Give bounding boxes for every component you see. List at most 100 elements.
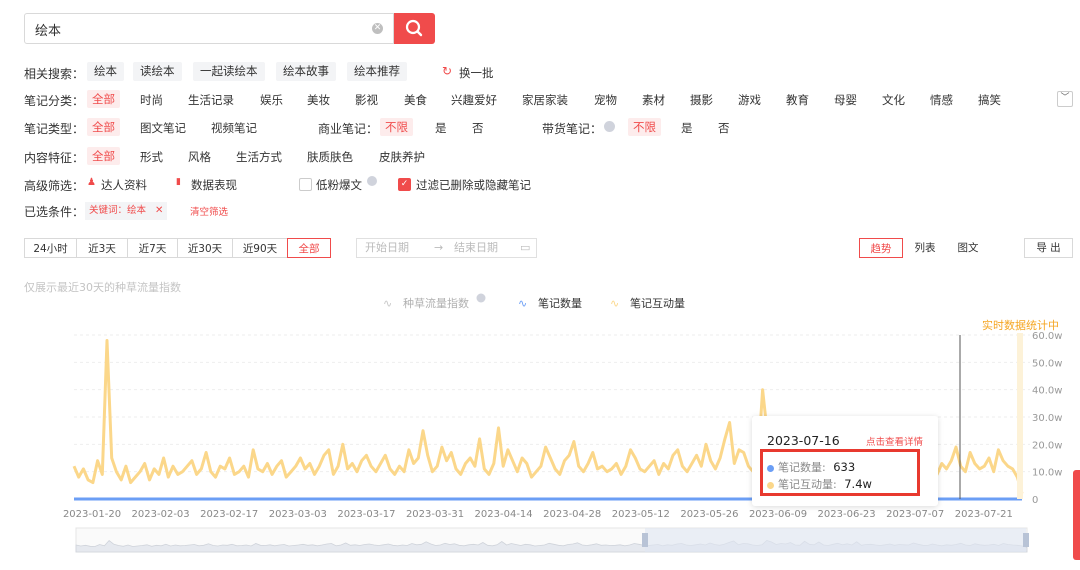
legend-icon: ∿ (610, 297, 619, 310)
related-tag[interactable]: 读绘本 (133, 62, 182, 81)
goods-option[interactable]: 是 (681, 120, 693, 136)
slider-handle-left (642, 533, 648, 547)
clear-filter-link[interactable]: 清空筛选 (190, 204, 228, 218)
category-option[interactable]: 娱乐 (260, 92, 283, 108)
y-tick-label: 20.0w (1032, 440, 1062, 451)
time-range-option[interactable]: 近30天 (177, 238, 233, 258)
x-tick-label: 2023-02-17 (200, 509, 258, 520)
commercial-option[interactable]: 不限 (380, 118, 413, 136)
goods-option[interactable]: 否 (718, 120, 730, 136)
view-list-button[interactable]: 列表 (905, 238, 945, 258)
influencer-filter[interactable]: 达人资料 (101, 177, 147, 193)
info-icon[interactable] (367, 176, 377, 186)
related-tag[interactable]: 一起读绘本 (193, 62, 265, 81)
feature-option[interactable]: 生活方式 (236, 149, 282, 165)
goods-label: 带货笔记： (542, 122, 603, 136)
category-option[interactable]: 教育 (786, 92, 809, 108)
legend-icon: ∿ (518, 297, 527, 310)
view-graphic-button[interactable]: 图文 (948, 238, 988, 258)
slider-handle-right (1023, 533, 1029, 547)
related-tag[interactable]: 绘本推荐 (347, 62, 407, 81)
side-feedback-tab[interactable] (1073, 470, 1080, 560)
advanced-label: 高级筛选： (24, 179, 85, 193)
filter-deleted-checkbox[interactable]: ✓ (398, 178, 411, 191)
goods-option[interactable]: 不限 (628, 118, 661, 136)
clear-icon[interactable]: ✕ (372, 23, 383, 34)
related-tag[interactable]: 绘本故事 (276, 62, 336, 81)
info-icon[interactable] (604, 121, 615, 132)
view-trend-button[interactable]: 趋势 (859, 238, 903, 258)
x-tick-label: 2023-07-07 (886, 509, 944, 520)
category-option[interactable]: 美食 (404, 92, 427, 108)
time-range-option[interactable]: 近90天 (232, 238, 288, 258)
category-option[interactable]: 游戏 (738, 92, 761, 108)
category-row: 笔记分类： 全部 时尚 生活记录 娱乐 美妆 影视 美食 兴趣爱好 家居家装 宠… (24, 90, 1073, 112)
legend-icon: ∿ (383, 297, 392, 310)
category-option[interactable]: 母婴 (834, 92, 857, 108)
refresh-link[interactable]: 换一批 (459, 65, 494, 81)
note-type-option[interactable]: 视频笔记 (211, 120, 257, 136)
x-tick-label: 2023-06-23 (818, 509, 876, 520)
y-tick-label: 50.0w (1032, 358, 1062, 369)
date-range-picker[interactable]: 开始日期 → 结束日期 ▭ (356, 238, 537, 258)
time-range-option[interactable]: 近3天 (76, 238, 128, 258)
category-option[interactable]: 文化 (882, 92, 905, 108)
feature-option[interactable]: 肤质肤色 (307, 149, 353, 165)
slider-selection (645, 528, 1026, 552)
x-tick-label: 2023-04-28 (543, 509, 601, 520)
feature-option[interactable]: 全部 (87, 147, 120, 165)
info-icon (476, 293, 486, 303)
search-input[interactable] (35, 19, 355, 39)
category-option[interactable]: 全部 (87, 90, 120, 108)
low-fans-checkbox[interactable] (299, 178, 312, 191)
search-box: ✕ (24, 13, 394, 44)
commercial-option[interactable]: 是 (435, 120, 447, 136)
category-option[interactable]: 宠物 (594, 92, 617, 108)
bar-chart-icon: ▮ (176, 177, 181, 187)
legend-zhongcao: 种草流量指数 (403, 296, 469, 310)
category-option[interactable]: 美妆 (307, 92, 330, 108)
data-perf-filter[interactable]: 数据表现 (191, 177, 237, 193)
time-range-option[interactable]: 全部 (287, 238, 331, 258)
feature-option[interactable]: 形式 (140, 149, 163, 165)
category-option[interactable]: 情感 (930, 92, 953, 108)
arrow-icon: → (434, 241, 444, 254)
commercial-option[interactable]: 否 (472, 120, 484, 136)
feature-option[interactable]: 风格 (188, 149, 211, 165)
feature-option[interactable]: 皮肤养护 (379, 149, 425, 165)
tooltip-detail-link[interactable]: 点击查看详情 (866, 434, 923, 448)
start-date-input[interactable]: 开始日期 (365, 239, 409, 257)
filter-deleted-label[interactable]: 过滤已删除或隐藏笔记 (416, 177, 531, 193)
advanced-row: 高级筛选： ♟ 达人资料 ▮ 数据表现 低粉爆文 ✓ 过滤已删除或隐藏笔记 (24, 176, 1064, 197)
time-range-option[interactable]: 近7天 (127, 238, 178, 258)
realtime-note: 实时数据统计中 (982, 318, 1059, 332)
x-tick-label: 2023-04-14 (475, 509, 533, 520)
highlight-box (760, 449, 920, 496)
category-option[interactable]: 兴趣爱好 (451, 92, 497, 108)
category-option[interactable]: 素材 (642, 92, 665, 108)
realtime-band (1017, 333, 1023, 499)
y-tick-label: 0 (1032, 495, 1038, 506)
category-option[interactable]: 摄影 (690, 92, 713, 108)
category-option[interactable]: 搞笑 (978, 92, 1001, 108)
note-type-option[interactable]: 图文笔记 (140, 120, 186, 136)
low-fans-label[interactable]: 低粉爆文 (316, 177, 362, 193)
related-tag[interactable]: 绘本 (87, 62, 124, 81)
chevron-down-icon[interactable]: ﹀ (1057, 91, 1073, 107)
commercial-label: 商业笔记： (318, 122, 379, 136)
end-date-input[interactable]: 结束日期 (454, 239, 498, 257)
refresh-icon[interactable]: ↻ (442, 64, 452, 78)
note-type-option[interactable]: 全部 (87, 118, 120, 136)
category-option[interactable]: 家居家装 (522, 92, 568, 108)
category-option[interactable]: 生活记录 (188, 92, 234, 108)
export-button[interactable]: 导 出 (1024, 238, 1073, 258)
calendar-icon: ▭ (520, 241, 531, 254)
x-tick-label: 2023-07-21 (955, 509, 1013, 520)
close-icon[interactable]: ✕ (155, 205, 163, 216)
time-range-option[interactable]: 24小时 (24, 238, 77, 258)
category-option[interactable]: 影视 (355, 92, 378, 108)
y-axis: 0 10.0w 20.0w 30.0w 40.0w 50.0w 60.0w (1032, 331, 1062, 506)
x-tick-label: 2023-05-12 (612, 509, 670, 520)
category-option[interactable]: 时尚 (140, 92, 163, 108)
search-button[interactable] (394, 13, 435, 44)
